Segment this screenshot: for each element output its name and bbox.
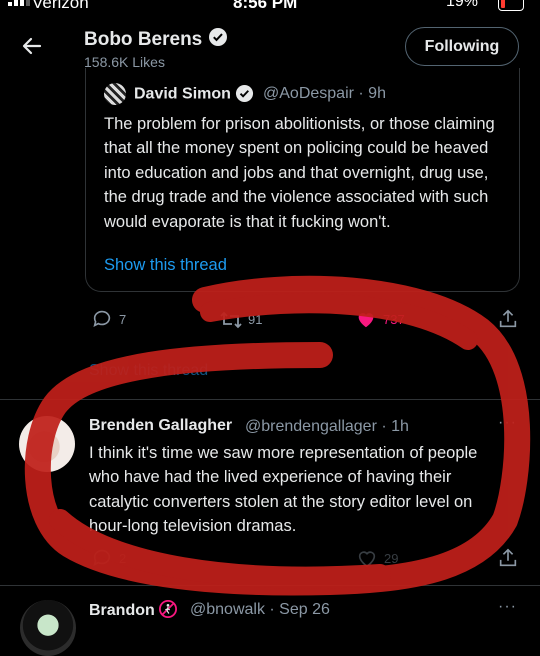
battery-percent: 19% <box>446 0 479 10</box>
retweet-icon[interactable] <box>219 309 243 331</box>
share-icon[interactable] <box>497 308 519 330</box>
like-count: 737 <box>383 312 405 327</box>
quoted-author-handle: @AoDespair · 9h <box>263 85 386 102</box>
tweet-author-handle: @bnowalk · Sep 26 <box>190 601 330 618</box>
retweet-count: 91 <box>248 312 263 327</box>
share-icon[interactable] <box>497 547 519 569</box>
avatar <box>104 83 126 105</box>
battery-icon <box>498 0 524 11</box>
verified-badge-icon <box>235 84 254 105</box>
reply-icon[interactable] <box>91 308 113 330</box>
quoted-author-name: David Simon <box>134 84 254 105</box>
avatar[interactable] <box>19 416 75 472</box>
tweet-author-name: Brenden Gallagher <box>89 417 233 434</box>
tweet-text: I think it's time we saw more representa… <box>89 444 478 536</box>
status-bar: Verizon 8:56 PM 19% <box>0 0 540 14</box>
divider <box>0 585 540 586</box>
avatar[interactable] <box>20 600 76 656</box>
clock: 8:56 PM <box>233 0 298 12</box>
back-arrow-icon[interactable] <box>20 34 44 58</box>
liked-heart-icon[interactable] <box>355 308 377 330</box>
profile-name-text: Bobo Berens <box>84 29 203 51</box>
more-options-icon[interactable]: ··· <box>498 598 517 616</box>
show-thread-link[interactable]: Show this thread <box>89 362 208 380</box>
walking-person-icon <box>159 600 178 623</box>
like-count: 29 <box>384 551 399 566</box>
reply-icon[interactable] <box>91 547 113 569</box>
quoted-author-name-text: David Simon <box>134 85 231 103</box>
like-icon[interactable] <box>356 547 378 569</box>
tweet-author-name-text: Brandon <box>89 602 155 619</box>
signal-icon <box>8 0 30 6</box>
quoted-show-thread-link[interactable]: Show this thread <box>104 256 227 275</box>
reply-count: 7 <box>119 312 127 327</box>
carrier-label: Verizon <box>32 0 89 12</box>
more-options-icon[interactable]: ··· <box>498 414 517 432</box>
following-button[interactable]: Following <box>405 27 519 66</box>
reply-count: 2 <box>119 551 127 566</box>
tweet-author-handle: @brendengallager · 1h <box>245 418 409 435</box>
tweet-author-name: Brandon <box>89 600 178 623</box>
verified-badge-icon <box>208 27 228 53</box>
divider <box>0 399 540 400</box>
quoted-tweet-text: The problem for prison abolitionists, or… <box>104 115 495 231</box>
profile-name: Bobo Berens <box>84 27 228 53</box>
